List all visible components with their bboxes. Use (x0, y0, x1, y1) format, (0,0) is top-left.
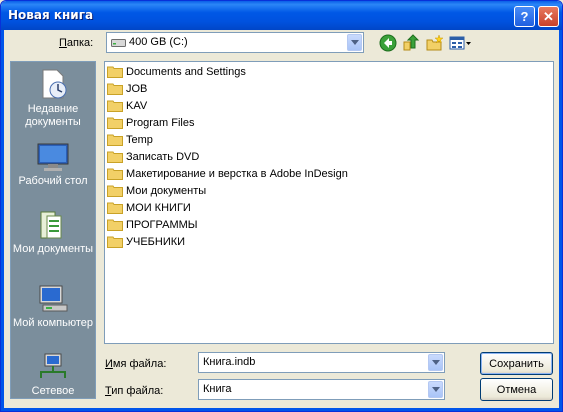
folder-icon (107, 134, 123, 146)
folder-icon (107, 202, 123, 214)
filename-field[interactable]: Книга.indb (198, 352, 445, 373)
list-item[interactable]: Записать DVD (107, 148, 199, 165)
save-button[interactable]: Сохранить (480, 352, 553, 375)
place-label: Недавние документы (25, 103, 81, 128)
places-bar: Недавние документы Рабочий стол Мои доку… (10, 61, 96, 399)
place-my-computer[interactable]: Мой компьютер (11, 282, 95, 330)
folder-icon (107, 66, 123, 78)
list-item[interactable]: Documents and Settings (107, 63, 246, 80)
place-desktop[interactable]: Рабочий стол (11, 142, 95, 188)
network-icon (40, 353, 66, 378)
folder-icon (107, 185, 123, 197)
filetype-dropdown[interactable]: Книга (198, 379, 445, 400)
recent-documents-icon (42, 69, 67, 99)
up-folder-icon[interactable] (402, 34, 420, 52)
folder-icon (107, 83, 123, 95)
lookin-label: Папка: (59, 37, 94, 49)
close-icon: ✕ (543, 8, 554, 24)
filetype-label: Тип файла: (105, 385, 164, 397)
place-my-documents[interactable]: Мои документы (11, 208, 95, 256)
list-item[interactable]: Program Files (107, 114, 194, 131)
title-bar[interactable]: Новая книга ? ✕ (1, 1, 562, 30)
help-icon: ? (520, 9, 529, 24)
list-item[interactable]: JOB (107, 80, 147, 97)
help-button[interactable]: ? (514, 6, 535, 27)
lookin-chevron-down-icon[interactable] (347, 34, 362, 51)
place-label: Мои документы (12, 243, 94, 255)
place-recent-documents[interactable]: Недавние документы (11, 68, 95, 129)
new-folder-icon[interactable] (426, 34, 444, 52)
place-label: Рабочий стол (18, 175, 88, 187)
place-network[interactable]: Сетевое (11, 352, 95, 398)
filename-chevron-down-icon[interactable] (428, 354, 443, 371)
folder-icon (107, 236, 123, 248)
views-menu-icon[interactable] (449, 34, 473, 52)
desktop-icon (37, 143, 69, 171)
list-item[interactable]: Temp (107, 131, 153, 148)
list-item[interactable]: МОИ КНИГИ (107, 199, 191, 216)
filetype-value: Книга (203, 383, 232, 395)
filename-label: Имя файла: (105, 358, 167, 370)
folder-icon (107, 100, 123, 112)
new-book-dialog: Новая книга ? ✕ Папка: 400 GB (C:) Недав… (0, 0, 563, 412)
list-item[interactable]: Макетирование и верстка в Adobe InDesign (107, 165, 348, 182)
folder-icon (107, 168, 123, 180)
close-button[interactable]: ✕ (538, 6, 559, 27)
folder-icon (107, 219, 123, 231)
place-label: Мой компьютер (12, 317, 94, 329)
lookin-value: 400 GB (C:) (129, 36, 188, 48)
list-item[interactable]: Мои документы (107, 182, 206, 199)
list-item[interactable]: УЧЕБНИКИ (107, 233, 185, 250)
back-arrow-icon[interactable] (379, 34, 397, 52)
my-documents-icon (40, 211, 62, 239)
list-item[interactable]: KAV (107, 97, 147, 114)
lookin-dropdown[interactable]: 400 GB (C:) (106, 32, 364, 53)
drive-icon (111, 39, 126, 47)
place-label: Сетевое (31, 385, 75, 397)
filetype-chevron-down-icon[interactable] (428, 381, 443, 398)
list-item[interactable]: ПРОГРАММЫ (107, 216, 198, 233)
window-title: Новая книга (8, 8, 94, 22)
my-computer-icon (39, 285, 68, 312)
cancel-button[interactable]: Отмена (480, 378, 553, 401)
file-list[interactable]: Documents and Settings JOB KAV Program F… (104, 61, 554, 344)
folder-icon (107, 117, 123, 129)
folder-icon (107, 151, 123, 163)
filename-value: Книга.indb (203, 356, 256, 368)
